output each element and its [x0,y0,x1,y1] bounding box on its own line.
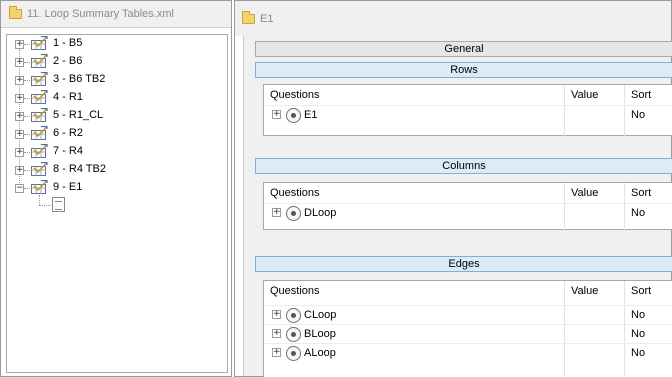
question-cell: ALoop [304,347,336,359]
tree-item-label: 8 - R4 TB2 [53,163,106,175]
editor-title-bar: E1 [235,1,671,36]
value-column-header[interactable]: Value [571,281,598,301]
sort-column-header[interactable]: Sort [631,183,651,203]
plus-expander-icon[interactable]: + [15,166,24,175]
plus-expander-icon[interactable]: + [272,329,281,338]
columns-section-header[interactable]: Columns [255,158,672,174]
tree-item-label: 7 - R4 [53,145,83,157]
table-tree[interactable]: + 1 - B5 + 2 - B6 + 3 - B6 TB2 + 4 - R1 [6,34,228,373]
edges-grid: Questions Value Sort + CLoop No + BLoop … [263,280,672,377]
editor-title: E1 [260,12,274,25]
columns-grid: Questions Value Sort + DLoop No [263,182,672,231]
plus-expander-icon[interactable]: + [15,148,24,157]
minus-expander-icon[interactable]: − [15,184,24,193]
question-cell: CLoop [304,309,337,321]
table-editor-panel: E1 General Rows Questions Value Sort + E… [234,0,672,377]
plus-expander-icon[interactable]: + [272,208,281,217]
sort-cell[interactable]: No [631,344,645,363]
table-check-icon [31,108,48,122]
sort-cell[interactable]: No [631,306,645,325]
tree-item-label: 9 - E1 [53,181,83,193]
questions-column-header[interactable]: Questions [270,281,320,301]
table-row[interactable]: + ALoop No [264,343,672,362]
grid-header: Questions Value Sort [264,281,672,301]
table-check-icon [31,72,48,86]
folder-icon [9,6,22,19]
tree-connector [39,195,40,205]
radio-icon[interactable] [286,206,301,221]
sort-column-header[interactable]: Sort [631,281,651,301]
plus-expander-icon[interactable]: + [15,112,24,121]
file-tree-title-bar: 11. Loop Summary Tables.xml [1,1,231,28]
radio-icon[interactable] [286,308,301,323]
table-row[interactable]: + CLoop No [264,305,672,324]
general-section-header[interactable]: General [255,41,672,57]
table-row[interactable]: + DLoop No [264,203,672,222]
folder-icon [242,10,255,24]
question-cell: DLoop [304,207,337,219]
value-column-header[interactable]: Value [571,183,598,203]
sort-column-header[interactable]: Sort [631,85,651,105]
radio-icon[interactable] [286,346,301,361]
tree-item-label: 2 - B6 [53,55,83,67]
rows-section-header[interactable]: Rows [255,62,672,78]
question-cell: BLoop [304,328,336,340]
table-check-icon [31,180,48,194]
file-tree-panel: 11. Loop Summary Tables.xml + 1 - B5 + 2… [0,0,232,377]
table-row[interactable]: + BLoop No [264,324,672,343]
plus-expander-icon[interactable]: + [15,94,24,103]
file-tree-title: 11. Loop Summary Tables.xml [27,8,174,20]
table-check-icon [31,126,48,140]
radio-icon[interactable] [286,327,301,342]
question-cell: E1 [304,109,318,121]
tree-item-label: 6 - R2 [53,127,83,139]
plus-expander-icon[interactable]: + [15,58,24,67]
table-row[interactable]: + E1 No [264,105,672,124]
plus-expander-icon[interactable]: + [272,110,281,119]
table-check-icon [31,162,48,176]
sort-cell[interactable]: No [631,325,645,344]
edges-section-header[interactable]: Edges [255,256,672,272]
value-column-header[interactable]: Value [571,85,598,105]
tree-item-label: 1 - B5 [53,37,83,49]
plus-expander-icon[interactable]: + [15,130,24,139]
grid-header: Questions Value Sort [264,183,672,203]
table-check-icon [31,36,48,50]
rows-grid: Questions Value Sort + E1 No [263,84,672,137]
questions-column-header[interactable]: Questions [270,183,320,203]
plus-expander-icon[interactable]: + [272,348,281,357]
plus-expander-icon[interactable]: + [15,40,24,49]
tree-item-label: 3 - B6 TB2 [53,73,106,85]
tree-item-label: 5 - R1_CL [53,109,104,121]
sort-cell[interactable]: No [631,106,645,125]
plus-expander-icon[interactable]: + [272,310,281,319]
editor-body: General Rows Questions Value Sort + E1 N… [243,36,672,377]
table-check-icon [31,90,48,104]
tree-connector [39,205,51,206]
sort-cell[interactable]: No [631,204,645,223]
grid-header: Questions Value Sort [264,85,672,105]
questions-column-header[interactable]: Questions [270,85,320,105]
tree-item-label: 4 - R1 [53,91,83,103]
document-icon[interactable] [52,197,65,212]
radio-icon[interactable] [286,108,301,123]
table-check-icon [31,54,48,68]
plus-expander-icon[interactable]: + [15,76,24,85]
table-check-icon [31,144,48,158]
